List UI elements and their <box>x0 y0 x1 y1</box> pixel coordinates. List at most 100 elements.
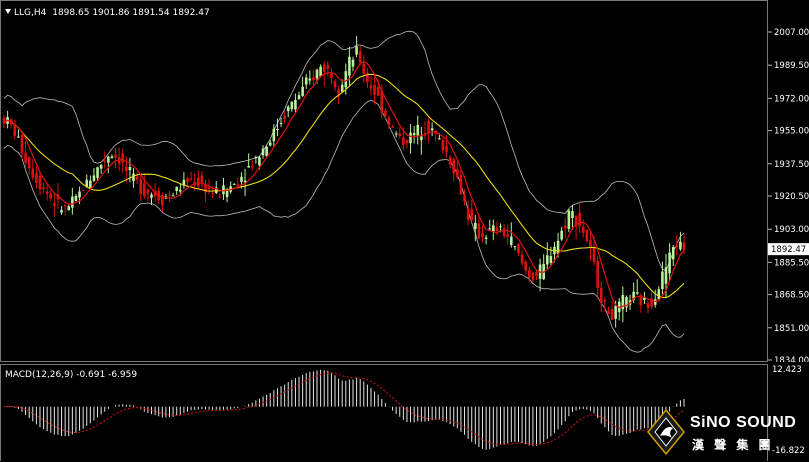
candle-up <box>107 156 110 163</box>
candle-up <box>409 132 412 144</box>
candle-down <box>520 254 524 264</box>
candle-down <box>506 234 510 237</box>
candle-up <box>294 99 297 110</box>
candle-down <box>610 309 614 320</box>
candle-up <box>571 211 574 219</box>
ohlc-values: 1898.65 1901.86 1891.54 1892.47 <box>52 8 210 18</box>
candle-up <box>438 138 441 140</box>
candle-down <box>333 81 337 88</box>
macd-label: MACD(12,26,9) -0.691 -6.959 <box>5 370 138 380</box>
candle-down <box>402 137 405 145</box>
candle-down <box>470 209 474 221</box>
candle-up <box>243 180 247 183</box>
price-tick-label: 1868.50 <box>774 291 809 301</box>
candle-up <box>474 223 477 229</box>
candle-down <box>456 169 459 178</box>
candle-up <box>128 166 132 171</box>
candle-up <box>556 240 560 254</box>
candle-up <box>308 78 312 81</box>
candle-up <box>355 46 358 55</box>
candle-down <box>146 189 150 194</box>
candle-down <box>535 271 538 276</box>
candle-down <box>607 310 610 315</box>
candle-up <box>348 56 351 76</box>
candle-up <box>276 128 279 130</box>
candle-up <box>286 106 290 112</box>
price-axis[interactable]: 2007.00 1989.50 1972.00 1955.00 1937.50 1920.… <box>768 0 809 362</box>
price-tick-label: 1851.00 <box>774 324 809 334</box>
candle-down <box>463 195 466 202</box>
logo-text: SiNO SOUND <box>690 414 797 431</box>
candle-down <box>362 63 366 74</box>
candle-up <box>671 246 675 260</box>
candle-up <box>315 69 319 79</box>
price-chart-panel[interactable]: LLG,H4 1898.65 1901.86 1891.54 1892.47 <box>0 0 768 362</box>
candle-up <box>664 267 668 284</box>
candle-up <box>74 195 78 202</box>
candle-up <box>175 186 178 191</box>
candle-down <box>445 145 448 153</box>
candle-down <box>24 152 27 163</box>
candle-up <box>67 206 71 211</box>
candle-down <box>326 64 330 69</box>
candle-down <box>45 191 49 195</box>
candle-down <box>459 174 463 195</box>
price-tick-label: 1885.50 <box>774 258 809 268</box>
candle-up <box>304 77 308 85</box>
candle-up <box>499 226 502 228</box>
candle-down <box>452 159 456 174</box>
candle-up <box>132 173 135 182</box>
candle-down <box>603 299 607 302</box>
candle-down <box>646 302 650 309</box>
triangle-down-icon[interactable] <box>5 9 11 14</box>
candle-down <box>189 178 193 180</box>
candle-down <box>63 205 67 207</box>
price-tick-label: 1955.00 <box>774 127 809 137</box>
candle-down <box>527 269 531 278</box>
logo-chinese-text: 漢 聲 集 團 <box>692 438 774 452</box>
price-tick-label: 1937.50 <box>774 160 809 170</box>
candle-down <box>168 194 171 196</box>
candle-up <box>488 228 492 230</box>
candle-up <box>319 66 322 77</box>
price-tick-label: 1989.50 <box>774 61 809 71</box>
candle-up <box>510 236 513 245</box>
candle-up <box>261 148 265 156</box>
candle-down <box>322 64 326 72</box>
candle-down <box>161 194 164 206</box>
candle-up <box>657 289 661 300</box>
candle-up <box>614 305 617 319</box>
candle-down <box>517 243 520 254</box>
candle-down <box>121 153 125 163</box>
candle-up <box>351 59 355 67</box>
sino-sound-logo: SiNO SOUND 漢 聲 集 團 <box>646 406 809 461</box>
moving-average-fast-line <box>3 61 685 309</box>
candle-down <box>441 140 445 151</box>
candle-down <box>578 212 581 227</box>
candle-down <box>81 189 85 191</box>
candle-down <box>20 135 24 154</box>
candle-up <box>635 292 639 294</box>
candle-up <box>679 241 682 250</box>
candle-up <box>560 230 563 240</box>
candle-down <box>31 168 35 178</box>
price-tick-label: 1903.00 <box>774 225 809 235</box>
candle-down <box>250 165 254 168</box>
price-chart-canvas[interactable] <box>1 1 769 363</box>
candle-up <box>513 246 517 248</box>
candle-up <box>258 157 261 166</box>
candle-down <box>531 272 535 281</box>
candle-up <box>232 184 236 186</box>
chart-header: LLG,H4 1898.65 1901.86 1891.54 1892.47 <box>5 8 210 18</box>
candle-down <box>563 225 567 229</box>
candle-down <box>599 287 603 303</box>
candle-down <box>589 240 592 248</box>
candle-up <box>484 237 488 239</box>
candle-down <box>49 193 53 199</box>
candle-up <box>110 156 114 159</box>
candle-down <box>27 157 31 169</box>
price-axis-ticks: 2007.00 1989.50 1972.00 1955.00 1937.50 1920.… <box>768 28 809 362</box>
candle-down <box>524 261 527 271</box>
candle-down <box>283 115 286 120</box>
candle-up <box>301 86 304 96</box>
